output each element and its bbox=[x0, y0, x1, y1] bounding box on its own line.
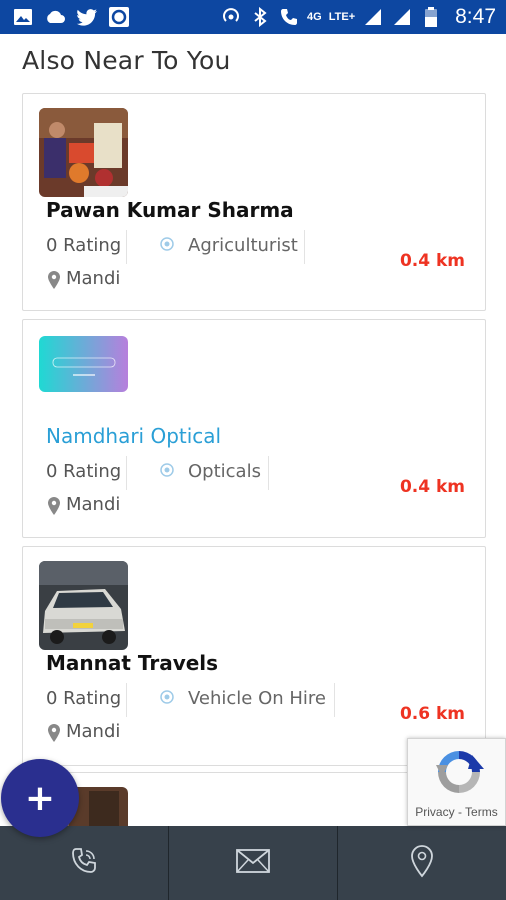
listing-distance: 0.6 km bbox=[399, 704, 465, 724]
app-notification-icon bbox=[108, 6, 130, 28]
recaptcha-links[interactable]: Privacy - Terms bbox=[408, 805, 505, 819]
listing-location: Mandi bbox=[66, 721, 121, 742]
call-button[interactable] bbox=[0, 826, 169, 900]
location-pin-icon bbox=[47, 270, 61, 290]
lte-label: LTE+ bbox=[328, 11, 356, 23]
listing-thumbnail[interactable] bbox=[39, 336, 128, 392]
listing-category: Vehicle On Hire bbox=[188, 688, 327, 709]
listing-thumbnail[interactable] bbox=[39, 108, 128, 197]
image-icon bbox=[12, 6, 34, 28]
volte-call-icon bbox=[278, 6, 300, 28]
add-fab-button[interactable]: + bbox=[1, 759, 79, 837]
recaptcha-badge[interactable]: Privacy - Terms bbox=[407, 738, 506, 826]
twitter-icon bbox=[76, 6, 98, 28]
battery-icon bbox=[420, 6, 442, 28]
listing-name[interactable]: Mannat Travels bbox=[46, 651, 218, 675]
divider bbox=[126, 230, 127, 264]
bluetooth-icon bbox=[249, 6, 271, 28]
mail-icon bbox=[235, 848, 271, 878]
section-title: Also Near To You bbox=[22, 46, 231, 75]
directions-button[interactable] bbox=[338, 826, 506, 900]
cloud-icon bbox=[44, 6, 66, 28]
status-bar: 4G LTE+ 8:47 bbox=[0, 0, 506, 34]
listing-rating: 0 Rating bbox=[46, 235, 122, 256]
listing-thumbnail[interactable] bbox=[39, 561, 128, 650]
listing-distance: 0.4 km bbox=[399, 477, 465, 497]
listing-card[interactable]: Namdhari Optical 0 Rating Opticals Mandi… bbox=[22, 319, 486, 538]
category-icon bbox=[158, 235, 176, 253]
phone-icon bbox=[68, 845, 100, 881]
category-icon bbox=[158, 461, 176, 479]
listing-location: Mandi bbox=[66, 494, 121, 515]
bottom-nav bbox=[0, 826, 506, 900]
listing-rating: 0 Rating bbox=[46, 461, 122, 482]
divider bbox=[126, 683, 127, 717]
listing-card[interactable]: Pawan Kumar Sharma 0 Rating Agriculturis… bbox=[22, 93, 486, 311]
divider bbox=[126, 456, 127, 490]
listing-category: Opticals bbox=[188, 461, 261, 482]
divider bbox=[304, 230, 305, 264]
divider bbox=[268, 456, 269, 490]
email-button[interactable] bbox=[169, 826, 338, 900]
listing-rating: 0 Rating bbox=[46, 688, 122, 709]
status-time: 8:47 bbox=[455, 5, 496, 28]
recaptcha-icon bbox=[432, 745, 486, 799]
hotspot-icon bbox=[220, 6, 242, 28]
listing-location: Mandi bbox=[66, 268, 121, 289]
location-pin-icon bbox=[409, 844, 435, 882]
category-icon bbox=[158, 688, 176, 706]
signal-icon-2 bbox=[391, 6, 413, 28]
listing-card[interactable]: Mannat Travels 0 Rating Vehicle On Hire … bbox=[22, 546, 486, 766]
listing-name[interactable]: Namdhari Optical bbox=[46, 424, 221, 448]
listing-name[interactable]: Pawan Kumar Sharma bbox=[46, 198, 294, 222]
listing-distance: 0.4 km bbox=[399, 251, 465, 271]
network-label: 4G bbox=[307, 11, 322, 23]
divider bbox=[334, 683, 335, 717]
location-pin-icon bbox=[47, 723, 61, 743]
listing-category: Agriculturist bbox=[188, 235, 298, 256]
location-pin-icon bbox=[47, 496, 61, 516]
signal-icon bbox=[362, 6, 384, 28]
